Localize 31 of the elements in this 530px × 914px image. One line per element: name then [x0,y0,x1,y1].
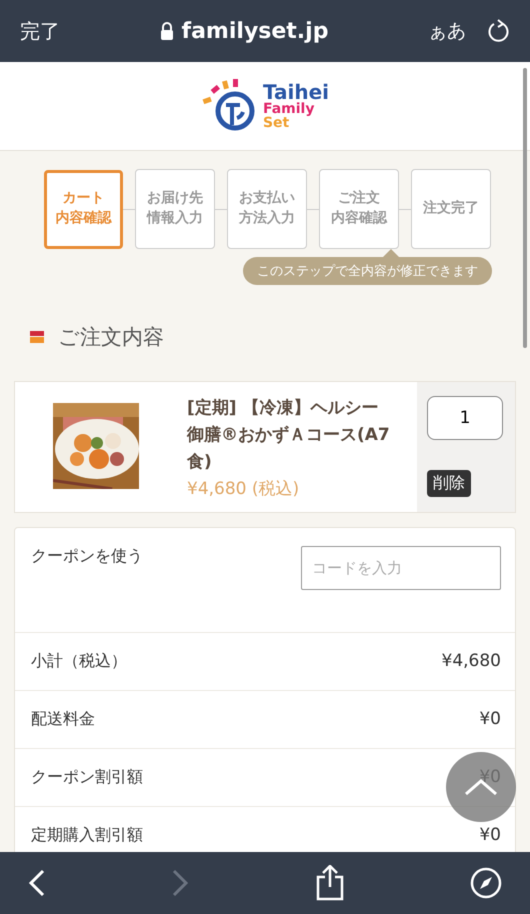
summary-label: 小計（税込） [31,650,127,672]
summary-label: 定期購入割引額 [31,824,143,846]
logo-text: Family [262,102,316,116]
product-price: ¥4,680 (税込) [187,478,300,500]
coupon-code-field[interactable]: コードを入力 [301,546,501,590]
summary-label: クーポン割引額 [31,766,143,788]
step-tooltip: このステップで全内容が修正できます [243,257,492,285]
chevron-right-icon [171,869,190,897]
coupon-label: クーポンを使う [31,546,143,567]
delete-button[interactable]: 削除 [427,470,471,497]
section-marker-icon [30,331,44,343]
compass-icon [470,867,502,899]
logo-text: Set [262,116,290,130]
share-button[interactable] [314,865,345,901]
url-text[interactable]: familyset.jp [182,18,328,44]
share-icon [314,865,345,901]
summary-value: ¥0 [479,825,501,846]
compass-button[interactable] [470,867,502,899]
summary-value: ¥0 [479,709,501,730]
section-title: ご注文内容 [58,324,164,351]
done-button[interactable]: 完了 [20,18,60,44]
lock-icon [160,22,174,40]
back-button[interactable] [28,869,46,897]
text-size-button[interactable]: ぁあ [428,18,466,44]
logo-text: Taihei [262,82,330,102]
reload-icon[interactable] [488,19,510,43]
chevron-left-icon [28,869,46,897]
summary-label: 配送料金 [31,708,95,730]
summary-value: ¥4,680 [442,651,501,672]
quantity-field[interactable]: 1 [427,396,503,440]
product-name[interactable]: [定期] 【冷凍】ヘルシー御膳®おかずＡコース(A7食) [187,395,395,477]
